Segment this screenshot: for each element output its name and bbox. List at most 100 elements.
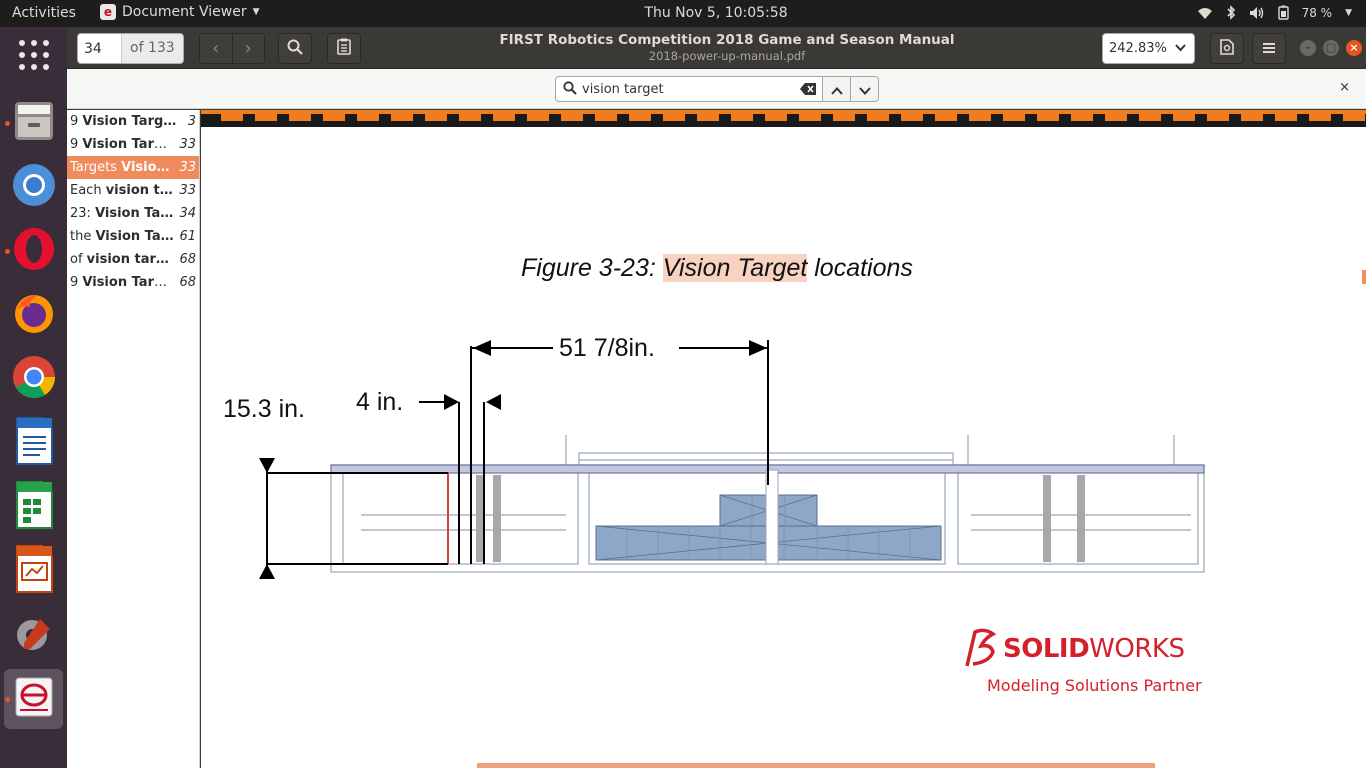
dock-chromium[interactable] xyxy=(4,157,63,217)
app-menu[interactable]: e Document Viewer ▼ xyxy=(100,4,260,20)
result-match: Vision Ta… xyxy=(95,229,174,244)
find-result-item-selected[interactable]: Targets Visio… 33 xyxy=(67,156,199,179)
grid-icon xyxy=(18,39,50,75)
result-match: vision t… xyxy=(105,183,173,198)
figure-caption: Figure 3-23: Vision Target locations xyxy=(521,254,913,282)
result-page: 68 xyxy=(179,275,196,290)
find-result-item[interactable]: the Vision Ta… 61 xyxy=(67,225,199,248)
find-result-item[interactable]: 23: Vision Ta… 34 xyxy=(67,202,199,225)
annotations-button[interactable] xyxy=(327,33,361,64)
volume-icon xyxy=(1249,6,1265,20)
result-page: 33 xyxy=(179,160,196,175)
clear-search-icon[interactable] xyxy=(800,80,816,99)
solidworks-wordmark: SOLIDWORKS xyxy=(1003,634,1185,664)
firefox-icon xyxy=(12,291,56,339)
result-match: vision tar… xyxy=(86,252,169,267)
chevron-right-icon: › xyxy=(244,38,252,59)
cropped-heading xyxy=(201,760,341,768)
document-viewer-icon: e xyxy=(100,4,116,20)
writer-document-icon xyxy=(14,417,54,469)
opera-icon xyxy=(12,227,56,275)
page-navigation: ‹ › xyxy=(199,33,265,64)
close-window-button[interactable]: × xyxy=(1346,40,1362,56)
wifi-icon xyxy=(1197,6,1213,20)
chevron-down-icon xyxy=(1175,41,1186,56)
find-result-item[interactable]: 9 Vision Targ… 68 xyxy=(67,271,199,294)
search-icon xyxy=(287,39,303,59)
zoom-selector[interactable]: 242.83% xyxy=(1102,33,1195,64)
find-results-sidebar: 9 Vision Targ… 3 9 Vision Targ… 33 Targe… xyxy=(67,110,200,768)
result-page: 61 xyxy=(179,229,196,244)
scroll-position-marker xyxy=(1362,270,1366,284)
chromium-icon xyxy=(12,163,56,211)
dock-settings[interactable] xyxy=(4,605,63,665)
clock[interactable]: Thu Nov 5, 10:05:58 xyxy=(644,5,787,21)
top-bar: Activities e Document Viewer ▼ Thu Nov 5… xyxy=(0,0,1366,27)
document-viewer-icon xyxy=(14,676,54,722)
dock-files[interactable] xyxy=(4,93,63,153)
running-indicator xyxy=(5,697,10,702)
result-page: 33 xyxy=(179,183,196,198)
document-properties-button[interactable] xyxy=(1210,33,1244,64)
next-page-button[interactable]: › xyxy=(231,34,265,63)
result-match: Vision Targ… xyxy=(82,275,176,290)
result-match: Vision Targ… xyxy=(82,114,177,129)
search-toggle-button[interactable] xyxy=(278,33,312,64)
hamburger-menu-icon xyxy=(1262,39,1276,58)
window-title: FIRST Robotics Competition 2018 Game and… xyxy=(467,32,987,63)
bluetooth-icon xyxy=(1226,5,1236,20)
chevron-down-icon: ▼ xyxy=(252,7,260,17)
running-indicator xyxy=(5,121,10,126)
dock-document-viewer[interactable] xyxy=(4,669,63,729)
chrome-icon xyxy=(12,355,56,403)
battery-percent: 78 % xyxy=(1301,5,1333,20)
dimension-width-label: 51 7/8in. xyxy=(559,334,655,362)
dock-show-apps[interactable] xyxy=(4,27,63,87)
dock-opera[interactable] xyxy=(4,221,63,281)
clipboard-icon xyxy=(337,38,351,59)
result-page: 68 xyxy=(179,252,196,267)
document-view-icon xyxy=(1220,38,1234,59)
main-menu-button[interactable] xyxy=(1252,33,1286,64)
chevron-down-icon: ▼ xyxy=(1345,7,1352,18)
dimension-height-label: 15.3 in. xyxy=(223,395,305,423)
find-result-item[interactable]: 9 Vision Targ… 3 xyxy=(67,110,199,133)
solidworks-partner-text: Modeling Solutions Partner xyxy=(987,676,1202,695)
dock-writer[interactable] xyxy=(4,413,63,473)
result-page: 34 xyxy=(179,206,196,221)
previous-page-button[interactable]: ‹ xyxy=(200,34,232,63)
calc-spreadsheet-icon xyxy=(14,481,54,533)
document-view[interactable]: Figure 3-23: Vision Target locations 15.… xyxy=(201,110,1366,768)
close-find-bar-button[interactable]: × xyxy=(1339,80,1350,95)
vision-target-drawing: 15.3 in. 4 in. 51 7/8in. xyxy=(223,334,1205,579)
maximize-button[interactable]: □ xyxy=(1323,40,1339,56)
battery-icon xyxy=(1277,5,1289,20)
find-bar: × xyxy=(67,69,1366,109)
chevron-down-icon xyxy=(858,80,871,99)
dock-calc[interactable] xyxy=(4,477,63,537)
dock-firefox[interactable] xyxy=(4,285,63,345)
search-icon xyxy=(563,80,577,99)
dock-chrome[interactable] xyxy=(4,349,63,409)
dock-impress[interactable] xyxy=(4,541,63,601)
find-navigation xyxy=(823,76,879,102)
find-next-button[interactable] xyxy=(850,77,878,101)
activities-button[interactable]: Activities xyxy=(12,5,76,21)
page-count: of 133 xyxy=(121,34,183,63)
dock xyxy=(0,27,67,768)
page-header-band xyxy=(201,110,1366,127)
page-footer-band xyxy=(477,763,1155,768)
find-result-item[interactable]: Each vision t… 33 xyxy=(67,179,199,202)
find-entry xyxy=(555,76,823,102)
find-previous-button[interactable] xyxy=(823,77,850,101)
minimize-button[interactable]: – xyxy=(1300,40,1316,56)
page-selector: of 133 xyxy=(77,33,184,64)
solidworks-logo: SOLIDWORKS Modeling Solutions Partner xyxy=(963,626,1233,695)
find-input[interactable] xyxy=(577,81,800,97)
find-result-item[interactable]: 9 Vision Targ… 33 xyxy=(67,133,199,156)
zoom-value: 242.83% xyxy=(1109,41,1167,56)
page-number-input[interactable] xyxy=(78,34,121,63)
system-tray[interactable]: 78 % ▼ xyxy=(1197,5,1352,20)
running-indicator xyxy=(5,249,10,254)
find-result-item[interactable]: of vision tar… 68 xyxy=(67,248,199,271)
